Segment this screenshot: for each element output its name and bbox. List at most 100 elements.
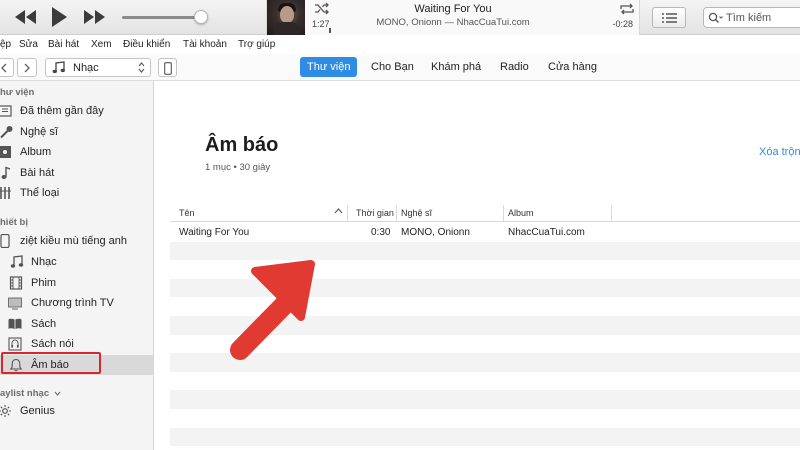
column-name[interactable]: Tên — [179, 208, 195, 218]
table-row — [170, 409, 800, 428]
track-artist: MONO, Onionn — [401, 227, 470, 238]
note-icon — [1, 165, 11, 179]
menu-view[interactable]: Xem — [91, 39, 112, 50]
sidebar: hư viện Đã thêm gần đây Nghệ sĩ Album Bà… — [0, 81, 154, 450]
microphone-icon — [0, 125, 13, 138]
table-row — [170, 241, 800, 261]
table-header: Tên Thời gian Nghệ sĩ Album — [170, 205, 800, 222]
genre-icon — [0, 187, 11, 199]
repeat-button[interactable] — [619, 2, 635, 19]
sidebar-item-recently-added[interactable]: Đã thêm gần đây — [0, 101, 153, 121]
note-icon — [10, 255, 24, 268]
player-bar: Waiting For You MONO, Onionn — NhacCuaTu… — [0, 0, 800, 36]
media-kind-selector[interactable]: Nhạc — [45, 58, 151, 77]
now-playing-display: Waiting For You MONO, Onionn — NhacCuaTu… — [266, 0, 640, 36]
album-icon — [0, 146, 11, 158]
audiobook-icon — [8, 337, 22, 351]
menu-edit[interactable]: Sửa — [19, 39, 38, 50]
tab-for-you[interactable]: Cho Bạn — [364, 57, 421, 77]
sidebar-item-device-books[interactable]: Sách — [0, 314, 153, 334]
chevron-down-icon — [54, 391, 61, 396]
sidebar-item-artists[interactable]: Nghệ sĩ — [0, 122, 153, 142]
sidebar-item-device-tv[interactable]: Chương trình TV — [0, 293, 153, 313]
table-row — [170, 372, 800, 391]
film-icon — [9, 275, 23, 290]
sidebar-item-device[interactable]: ziệt kiều mù tiếng anh — [0, 231, 153, 251]
tv-icon — [8, 297, 22, 310]
page-subtitle: 1 mục • 30 giây — [205, 162, 271, 173]
progress-playhead[interactable] — [329, 28, 331, 33]
phone-icon — [0, 234, 10, 248]
track-name: Waiting For You — [179, 227, 250, 238]
table-row — [170, 390, 800, 409]
fast-forward-icon — [84, 10, 105, 24]
up-down-arrows-icon — [138, 62, 145, 73]
navigation-bar: Nhạc Thư viện Cho Bạn Khám phá Radio Cửa… — [0, 54, 800, 81]
library-section-header: hư viện — [0, 87, 35, 98]
table-row — [170, 278, 800, 298]
tab-library[interactable]: Thư viện — [300, 57, 358, 77]
tab-store[interactable]: Cửa hàng — [541, 57, 604, 77]
sidebar-item-albums[interactable]: Album — [0, 142, 153, 162]
rewind-button[interactable] — [14, 9, 38, 25]
play-icon — [52, 7, 67, 27]
search-icon — [708, 12, 723, 23]
track-album: NhacCuaTui.com — [508, 227, 585, 238]
sidebar-item-songs[interactable]: Bài hát — [0, 163, 153, 183]
volume-slider[interactable] — [122, 16, 202, 19]
repeat-icon — [620, 3, 634, 15]
song-title: Waiting For You — [414, 3, 492, 15]
highlight-box-annotation — [1, 352, 101, 374]
sidebar-item-device-music[interactable]: Nhạc — [0, 252, 153, 272]
chevron-right-icon — [24, 63, 30, 73]
menu-account[interactable]: Tài khoản — [183, 39, 227, 50]
menu-song[interactable]: Bài hát — [48, 39, 79, 50]
menu-bar: ệp Sửa Bài hát Xem Điều khiển Tài khoản … — [0, 35, 800, 54]
clear-link[interactable]: Xóa trộn — [759, 146, 800, 158]
table-row[interactable]: Waiting For You 0:30 MONO, Onionn NhacCu… — [170, 223, 800, 242]
tab-radio[interactable]: Radio — [493, 57, 536, 77]
table-row — [170, 316, 800, 335]
search-input[interactable] — [726, 10, 800, 25]
table-row — [170, 427, 800, 447]
sidebar-item-device-movies[interactable]: Phim — [0, 273, 153, 293]
play-button[interactable] — [50, 6, 68, 28]
list-icon — [662, 13, 677, 23]
table-row — [170, 335, 800, 354]
media-kind-label: Nhạc — [73, 62, 99, 74]
menu-help[interactable]: Trợ giúp — [238, 39, 275, 50]
device-button[interactable] — [158, 58, 177, 77]
rewind-icon — [15, 10, 36, 24]
elapsed-time: 1:27 — [312, 19, 330, 29]
devices-section-header: hiết bị — [0, 217, 28, 228]
back-button[interactable] — [0, 58, 14, 77]
up-next-button[interactable] — [652, 7, 686, 28]
sort-ascending-icon[interactable] — [334, 207, 343, 215]
chevron-left-icon — [1, 63, 7, 73]
tab-browse[interactable]: Khám phá — [424, 57, 488, 77]
table-row — [170, 260, 800, 279]
recently-added-icon — [0, 105, 12, 117]
book-icon — [8, 318, 22, 329]
fast-forward-button[interactable] — [82, 9, 106, 25]
column-artist[interactable]: Nghệ sĩ — [401, 208, 432, 218]
note-icon — [52, 61, 65, 74]
menu-file[interactable]: ệp — [0, 39, 11, 50]
remaining-time: -0:28 — [612, 19, 633, 29]
column-album[interactable]: Album — [508, 208, 534, 218]
sidebar-item-genres[interactable]: Thể loại — [0, 183, 153, 203]
menu-controls[interactable]: Điều khiển — [123, 39, 170, 50]
column-time[interactable]: Thời gian — [356, 208, 394, 218]
table-row — [170, 297, 800, 316]
page-title: Âm báo — [205, 134, 279, 156]
track-time: 0:30 — [371, 227, 391, 238]
sidebar-item-genius[interactable]: Genius — [0, 401, 153, 421]
search-field[interactable] — [703, 7, 800, 28]
main-content: Âm báo 1 mục • 30 giây Xóa trộn Tên Thời… — [155, 82, 800, 450]
genius-icon — [0, 405, 11, 417]
playlists-section-header[interactable]: aylist nhạc — [0, 388, 61, 399]
sidebar-item-device-audiobooks[interactable]: Sách nói — [0, 334, 153, 354]
volume-knob[interactable] — [194, 10, 208, 24]
table-row — [170, 353, 800, 372]
forward-button[interactable] — [17, 58, 37, 77]
